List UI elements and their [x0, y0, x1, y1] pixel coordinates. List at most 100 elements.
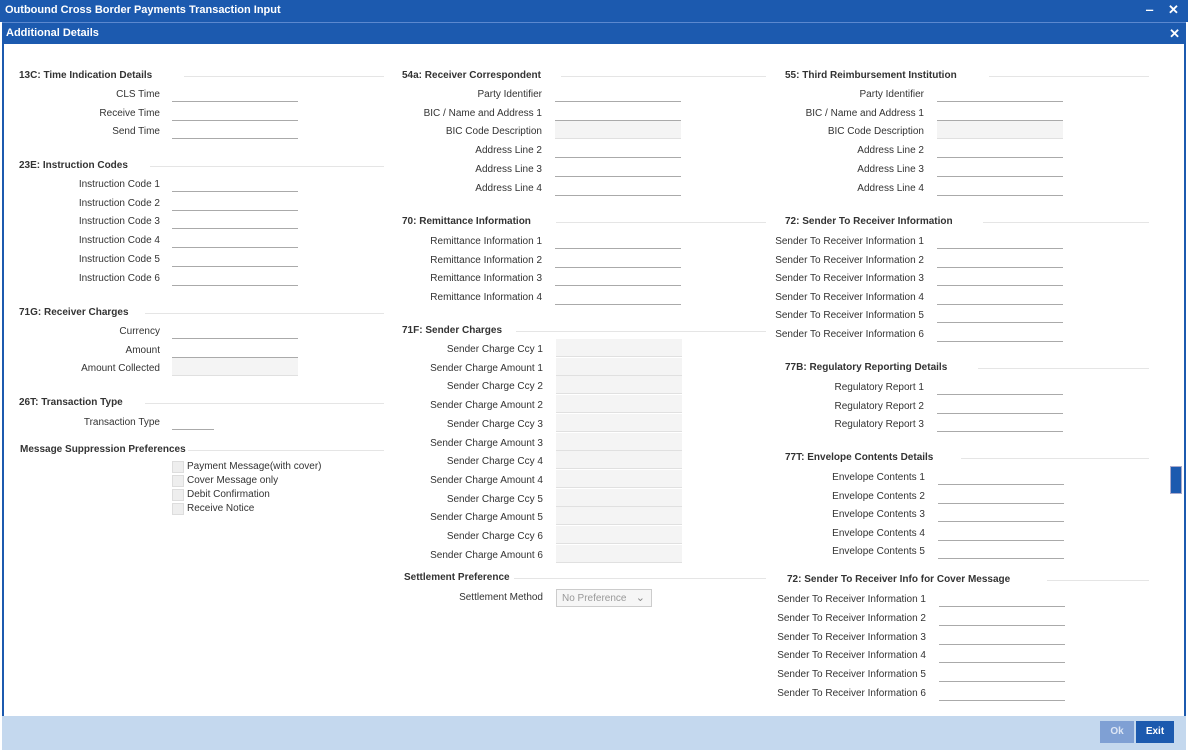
sender-to-receiver-information-3-field[interactable] — [939, 627, 1065, 645]
sender-to-receiver-information-2-field[interactable] — [937, 250, 1063, 268]
currency-field[interactable] — [172, 321, 298, 339]
field-label: Remittance Information 4 — [430, 292, 542, 303]
instruction-code-4-field[interactable] — [172, 230, 298, 248]
instruction-code-6-field[interactable] — [172, 268, 298, 286]
field-label: Transaction Type — [83, 417, 160, 428]
envelope-contents-5-field[interactable] — [938, 541, 1064, 559]
section-divider — [183, 76, 384, 77]
section-divider — [1047, 580, 1149, 581]
regulatory-report-3-field[interactable] — [937, 414, 1063, 432]
sender-charge-amount-2-field — [556, 395, 682, 413]
payment-message-with-cover-checkbox[interactable] — [172, 461, 184, 473]
amount-field[interactable] — [172, 340, 298, 358]
bic-code-description-field — [555, 121, 681, 139]
sender-to-receiver-information-1-field[interactable] — [939, 589, 1065, 607]
envelope-contents-2-field[interactable] — [938, 486, 1064, 504]
transaction-type-field[interactable] — [172, 412, 214, 430]
address-line-3-field[interactable] — [937, 159, 1063, 177]
field-label: Remittance Information 2 — [430, 255, 542, 266]
instruction-code-2-field[interactable] — [172, 193, 298, 211]
cover-message-only-checkbox[interactable] — [172, 475, 184, 487]
scrollbar-thumb[interactable] — [1170, 466, 1182, 494]
sender-to-receiver-information-1-field[interactable] — [937, 231, 1063, 249]
settlement-method-value: No Preference — [562, 593, 627, 604]
settlement-method-select[interactable]: No Preference ⌄ — [556, 589, 652, 607]
dialog-title: Additional Details — [6, 27, 99, 39]
remittance-information-2-field[interactable] — [555, 250, 681, 268]
field-label: Sender To Receiver Information 1 — [777, 594, 926, 605]
section-title: 77T: Envelope Contents Details — [785, 452, 934, 463]
sender-charge-ccy-5-field — [556, 489, 682, 507]
regulatory-report-1-field[interactable] — [937, 377, 1063, 395]
sender-to-receiver-information-5-field[interactable] — [937, 305, 1063, 323]
sender-charge-ccy-2-field — [556, 376, 682, 394]
address-line-2-field[interactable] — [555, 140, 681, 158]
field-label: Sender Charge Ccy 6 — [446, 531, 543, 542]
field-label: Address Line 2 — [857, 145, 924, 156]
section-title: 54a: Receiver Correspondent — [402, 70, 541, 81]
field-label: BIC Code Description — [445, 126, 542, 137]
section-divider — [144, 403, 384, 404]
regulatory-report-2-field[interactable] — [937, 396, 1063, 414]
sender-to-receiver-information-5-field[interactable] — [939, 664, 1065, 682]
receive-notice-checkbox[interactable] — [172, 503, 184, 515]
field-label: Envelope Contents 5 — [832, 546, 925, 557]
field-label: Sender Charge Amount 4 — [430, 475, 543, 486]
address-line-4-field[interactable] — [937, 178, 1063, 196]
field-label: Party Identifier — [477, 89, 542, 100]
party-identifier-field[interactable] — [555, 84, 681, 102]
address-line-2-field[interactable] — [937, 140, 1063, 158]
sender-to-receiver-information-2-field[interactable] — [939, 608, 1065, 626]
address-line-4-field[interactable] — [555, 178, 681, 196]
sender-to-receiver-information-4-field[interactable] — [937, 287, 1063, 305]
cls-time-field[interactable] — [172, 84, 298, 102]
field-label: Instruction Code 2 — [78, 198, 160, 209]
section-divider — [150, 166, 384, 167]
field-label: Regulatory Report 1 — [834, 382, 925, 393]
field-label: Remittance Information 1 — [430, 236, 542, 247]
field-label: Regulatory Report 2 — [834, 401, 925, 412]
dialog-close-icon[interactable]: ✕ — [1169, 26, 1180, 42]
section-title: Message Suppression Preferences — [20, 444, 186, 455]
send-time-field[interactable] — [172, 121, 298, 139]
field-label: Sender To Receiver Information 5 — [775, 310, 924, 321]
sender-to-receiver-information-4-field[interactable] — [939, 645, 1065, 663]
sender-charge-ccy-6-field — [556, 526, 682, 544]
remittance-information-1-field[interactable] — [555, 231, 681, 249]
checkbox-label: Receive Notice — [187, 503, 255, 514]
section-divider — [188, 450, 384, 451]
field-label: Address Line 2 — [475, 145, 542, 156]
sender-charge-ccy-1-field — [556, 339, 682, 357]
section-divider — [555, 222, 766, 223]
receive-time-field[interactable] — [172, 103, 298, 121]
bic-name-and-address-1-field[interactable] — [555, 103, 681, 121]
sender-charge-amount-5-field — [556, 507, 682, 525]
exit-button[interactable]: Exit — [1136, 721, 1174, 743]
debit-confirmation-checkbox[interactable] — [172, 489, 184, 501]
remittance-information-4-field[interactable] — [555, 287, 681, 305]
field-label: Party Identifier — [859, 89, 924, 100]
section-divider — [983, 222, 1149, 223]
window-title: Outbound Cross Border Payments Transacti… — [5, 4, 281, 16]
instruction-code-3-field[interactable] — [172, 211, 298, 229]
section-title: 71F: Sender Charges — [402, 325, 503, 336]
envelope-contents-4-field[interactable] — [938, 523, 1064, 541]
sender-charge-ccy-3-field — [556, 414, 682, 432]
instruction-code-1-field[interactable] — [172, 174, 298, 192]
field-label: Remittance Information 3 — [430, 273, 542, 284]
bic-name-and-address-1-field[interactable] — [937, 103, 1063, 121]
field-label: Instruction Code 3 — [78, 216, 160, 227]
instruction-code-5-field[interactable] — [172, 249, 298, 267]
envelope-contents-1-field[interactable] — [938, 467, 1064, 485]
party-identifier-field[interactable] — [937, 84, 1063, 102]
sender-to-receiver-information-3-field[interactable] — [937, 268, 1063, 286]
minimize-icon[interactable]: ‒ — [1146, 2, 1153, 17]
envelope-contents-3-field[interactable] — [938, 504, 1064, 522]
window-close-icon[interactable]: ✕ — [1168, 2, 1179, 18]
sender-to-receiver-information-6-field[interactable] — [937, 324, 1063, 342]
remittance-information-3-field[interactable] — [555, 268, 681, 286]
ok-button[interactable]: Ok — [1100, 721, 1134, 743]
address-line-3-field[interactable] — [555, 159, 681, 177]
bic-code-description-field — [937, 121, 1063, 139]
sender-to-receiver-information-6-field[interactable] — [939, 683, 1065, 701]
